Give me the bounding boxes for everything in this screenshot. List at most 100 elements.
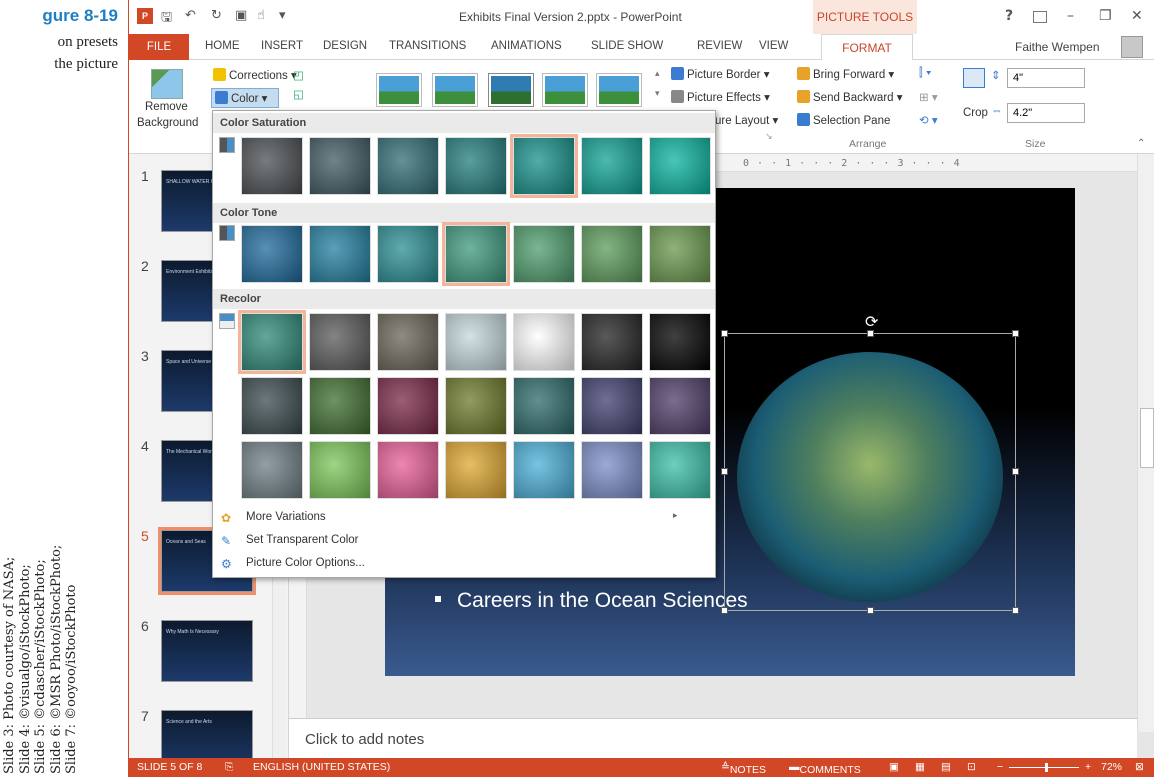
dialog-launcher-icon[interactable]: ↘ [765, 131, 773, 142]
close-button[interactable]: ✕ [1131, 8, 1143, 24]
artistic-effects-icon[interactable]: ◰ [293, 68, 304, 82]
reading-view-icon[interactable]: ▤ [941, 761, 951, 773]
tab-transitions[interactable]: TRANSITIONS [389, 40, 466, 52]
user-account[interactable]: Faithe Wempen [1015, 40, 1100, 54]
picture-effects-button[interactable]: Picture Effects ▾ [671, 90, 770, 104]
tone-swatch[interactable] [377, 225, 439, 283]
powerpoint-icon[interactable]: P [137, 8, 153, 24]
notes-pane[interactable]: Click to add notes [289, 718, 1137, 758]
restore-button[interactable]: ❐ [1099, 8, 1112, 24]
fit-slide-icon[interactable]: ⊠ [1135, 761, 1144, 773]
undo-icon[interactable]: ↶ [185, 8, 196, 23]
zoom-level[interactable]: 72% [1101, 761, 1122, 773]
tone-swatch[interactable] [445, 225, 507, 283]
customize-toolbar-icon[interactable]: ▾ [279, 8, 286, 23]
selection-pane-button[interactable]: Selection Pane [797, 113, 890, 127]
notes-placeholder[interactable]: Click to add notes [305, 731, 424, 748]
saturation-swatch[interactable] [377, 137, 439, 195]
rotate-icon[interactable]: ⟲ ▾ [919, 113, 938, 127]
ribbon-display-options-icon[interactable] [1033, 11, 1047, 23]
recolor-swatch[interactable] [649, 313, 711, 371]
height-field[interactable]: 4" [1007, 68, 1085, 88]
tab-format[interactable]: FORMAT [821, 34, 913, 61]
tab-home[interactable]: HOME [205, 40, 240, 52]
picture-style-thumb[interactable] [433, 74, 477, 106]
recolor-swatch[interactable] [309, 377, 371, 435]
avatar[interactable] [1121, 36, 1143, 58]
send-backward-button[interactable]: Send Backward ▾ [797, 90, 903, 104]
notes-toggle[interactable]: ≙ NOTES [721, 761, 766, 776]
minimize-button[interactable]: – [1067, 8, 1074, 24]
slide-thumbnail[interactable]: Why Math Is Necessary [161, 620, 253, 682]
resize-handle[interactable] [721, 330, 728, 337]
zoom-out-icon[interactable]: − [997, 761, 1003, 773]
resize-handle[interactable] [1012, 607, 1019, 614]
tone-swatch[interactable] [649, 225, 711, 283]
picture-layout-button[interactable]: ure Layout ▾ [715, 113, 778, 127]
saturation-swatch[interactable] [445, 137, 507, 195]
recolor-swatch[interactable] [241, 377, 303, 435]
resize-handle[interactable] [1012, 468, 1019, 475]
remove-background-label[interactable]: Remove [145, 101, 188, 113]
redo-icon[interactable]: ↻ [211, 8, 222, 23]
scrollbar-thumb[interactable] [1140, 408, 1154, 468]
recolor-swatch[interactable] [581, 377, 643, 435]
saturation-swatch[interactable] [581, 137, 643, 195]
corrections-button[interactable]: Corrections ▾ [213, 68, 297, 82]
saturation-swatch[interactable] [309, 137, 371, 195]
tab-review[interactable]: REVIEW [697, 40, 742, 52]
language-indicator[interactable]: ENGLISH (UNITED STATES) [253, 761, 390, 773]
tab-slide-show[interactable]: SLIDE SHOW [591, 40, 663, 52]
recolor-swatch[interactable] [649, 377, 711, 435]
picture-style-thumb[interactable] [377, 74, 421, 106]
rotate-handle-icon[interactable]: ⟳ [865, 312, 878, 331]
crop-button[interactable]: Crop [963, 107, 988, 119]
picture-style-thumb[interactable] [489, 74, 533, 106]
slide-show-icon[interactable]: ⊡ [967, 761, 976, 773]
resize-handle[interactable] [1012, 330, 1019, 337]
tone-swatch[interactable] [241, 225, 303, 283]
recolor-swatch[interactable] [649, 441, 711, 499]
saturation-swatch[interactable] [241, 137, 303, 195]
collapse-ribbon-icon[interactable]: ⌃ [1137, 138, 1145, 149]
recolor-swatch[interactable] [377, 377, 439, 435]
tab-design[interactable]: DESIGN [323, 40, 367, 52]
recolor-swatch[interactable] [377, 441, 439, 499]
resize-handle[interactable] [721, 468, 728, 475]
save-icon[interactable]: 🖫 [161, 8, 172, 30]
picture-border-button[interactable]: Picture Border ▾ [671, 67, 769, 81]
picture-color-options-menu-item[interactable]: ⚙ Picture Color Options... [213, 553, 715, 575]
set-transparent-color-menu-item[interactable]: ✎ Set Transparent Color [213, 530, 715, 552]
tone-swatch[interactable] [309, 225, 371, 283]
recolor-swatch[interactable] [377, 313, 439, 371]
recolor-swatch[interactable] [581, 441, 643, 499]
saturation-swatch[interactable] [649, 137, 711, 195]
comments-toggle[interactable]: ▬ COMMENTS [789, 761, 861, 776]
vertical-scrollbar[interactable] [1137, 154, 1154, 732]
picture-style-thumb[interactable] [597, 74, 641, 106]
recolor-swatch[interactable] [241, 313, 303, 371]
recolor-swatch[interactable] [513, 377, 575, 435]
gallery-scroll-up-icon[interactable]: ▴ [655, 68, 660, 79]
align-icon[interactable]: ⫿ ▾ [919, 67, 932, 80]
recolor-swatch[interactable] [241, 441, 303, 499]
resize-handle[interactable] [867, 330, 874, 337]
selected-picture[interactable]: ⟳ [721, 312, 1019, 614]
recolor-swatch[interactable] [309, 313, 371, 371]
touch-mode-icon[interactable]: ☝ [257, 8, 265, 23]
tab-view[interactable]: VIEW [759, 40, 788, 52]
tab-insert[interactable]: INSERT [261, 40, 303, 52]
bring-forward-button[interactable]: Bring Forward ▾ [797, 67, 894, 81]
recolor-swatch[interactable] [445, 441, 507, 499]
zoom-slider-thumb[interactable] [1045, 763, 1048, 772]
slide-sorter-icon[interactable]: ▦ [915, 761, 925, 773]
recolor-swatch[interactable] [445, 377, 507, 435]
tone-swatch[interactable] [513, 225, 575, 283]
recolor-swatch[interactable] [513, 313, 575, 371]
help-button[interactable]: ? [1005, 8, 1013, 24]
recolor-swatch[interactable] [581, 313, 643, 371]
slide-bullet-text[interactable]: Careers in the Ocean Sciences [431, 586, 771, 616]
recolor-swatch[interactable] [445, 313, 507, 371]
recolor-swatch[interactable] [513, 441, 575, 499]
zoom-slider[interactable] [1009, 767, 1079, 768]
